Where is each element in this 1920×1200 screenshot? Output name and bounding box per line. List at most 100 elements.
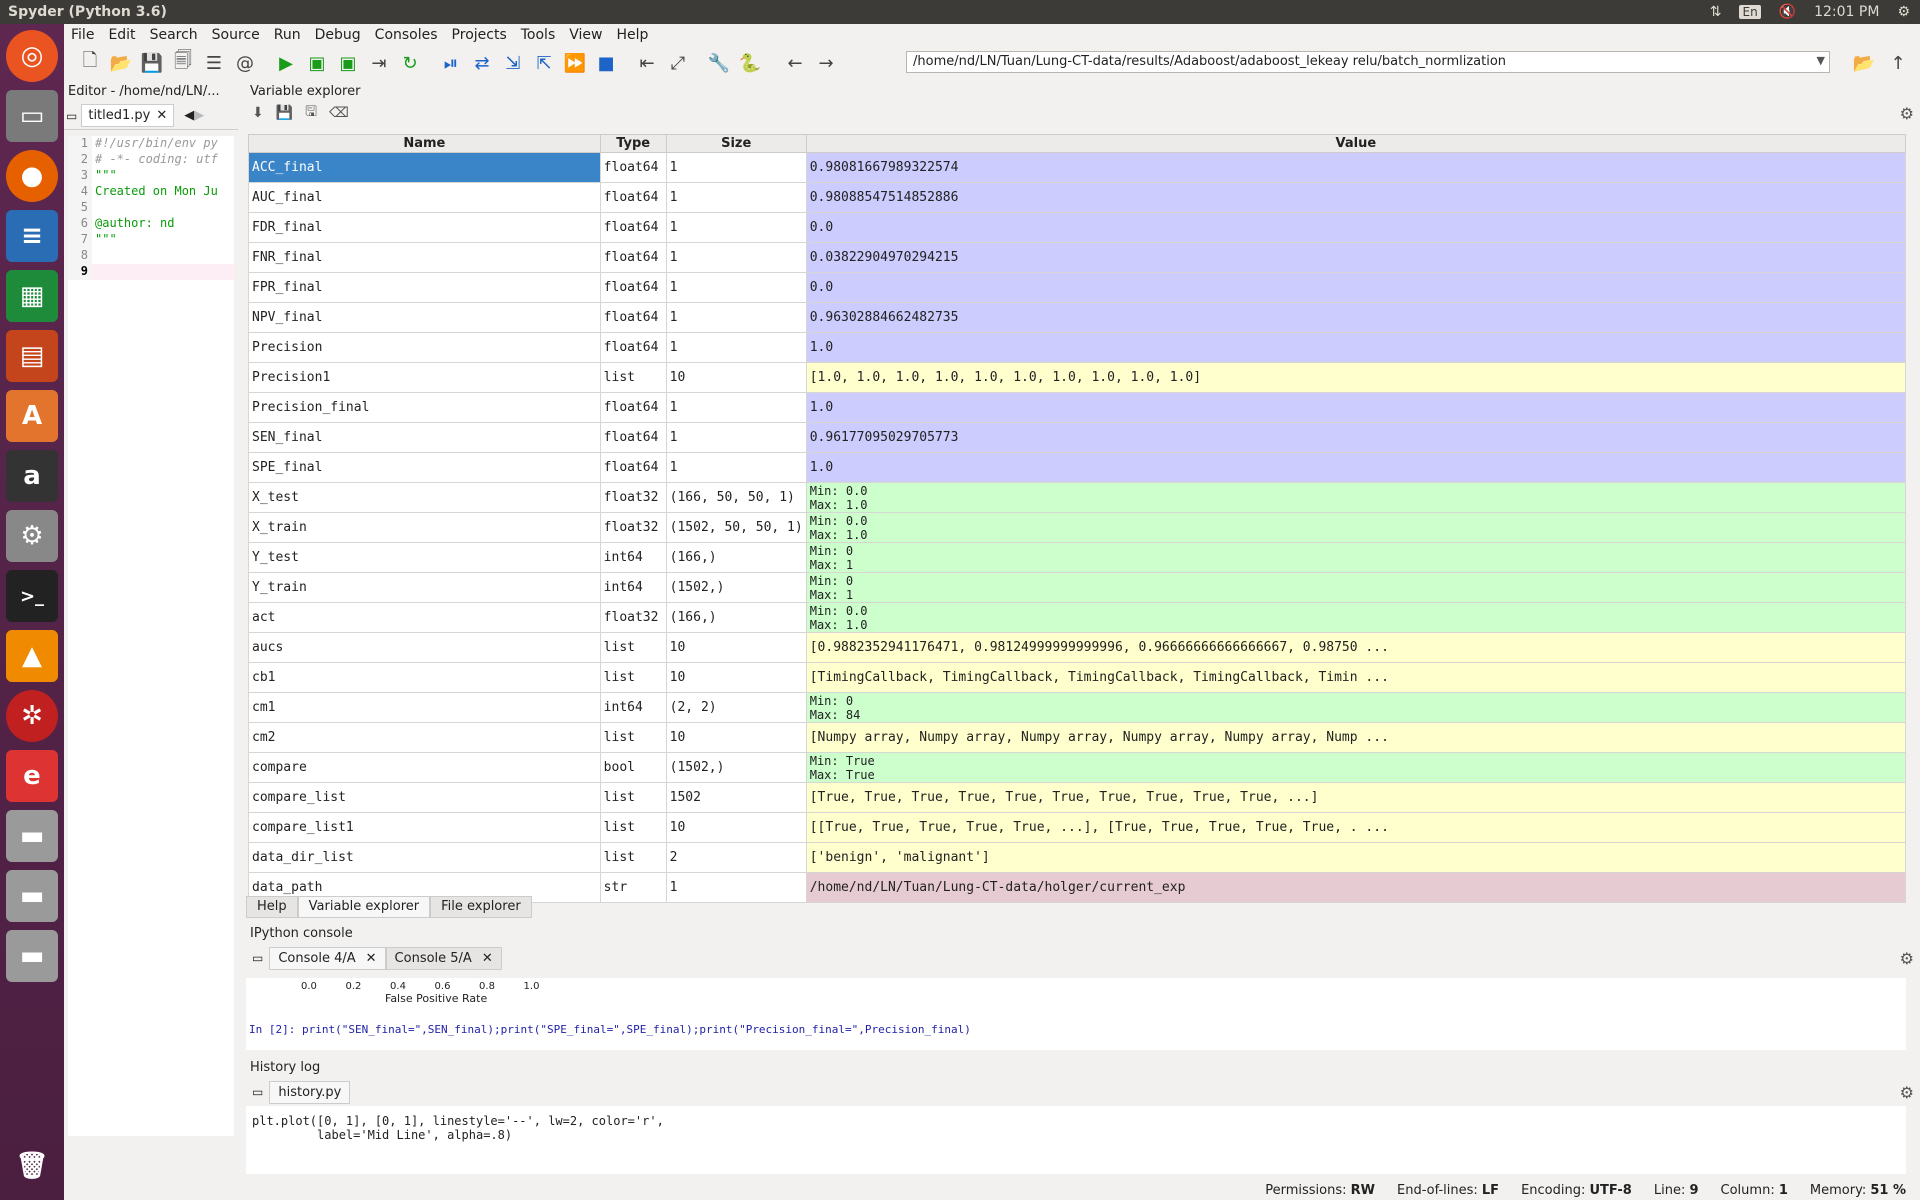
console-output[interactable]: 0.0 0.2 0.4 0.6 0.8 1.0 False Positive R… [246,978,1906,1050]
table-row[interactable]: NPV_final float64 1 0.96302884662482735 [248,302,1907,333]
table-row[interactable]: Precision_final float64 1 1.0 [248,392,1907,423]
vlc-icon[interactable]: ▲ [6,630,58,682]
cell-type[interactable]: float64 [599,302,667,333]
cell-type[interactable]: list [599,842,667,873]
history-content[interactable]: plt.plot([0, 1], [0, 1], linestyle='--',… [246,1106,1906,1174]
forward-arrow-icon[interactable]: → [814,51,838,75]
table-row[interactable]: SEN_final float64 1 0.96177095029705773 [248,422,1907,453]
close-icon[interactable]: ✕ [156,108,167,123]
cell-name[interactable]: cb1 [248,662,601,693]
cell-value[interactable]: Min: 0.0 Max: 1.0 [805,482,1907,513]
cell-type[interactable]: int64 [599,692,667,723]
stop-icon[interactable]: ■ [594,51,618,75]
table-row[interactable]: act float32 (166,) Min: 0.0 Max: 1.0 [248,602,1907,633]
cell-value[interactable]: 1.0 [805,392,1907,423]
cell-value[interactable]: Min: 0 Max: 1 [805,572,1907,603]
cell-type[interactable]: list [599,632,667,663]
keyboard-layout-indicator[interactable]: En [1739,5,1761,19]
maximize-pane-icon[interactable]: ⇤ [635,51,659,75]
gear-icon[interactable]: ⚙ [1900,104,1914,123]
cell-value[interactable]: /home/nd/LN/Tuan/Lung-CT-data/holger/cur… [805,872,1907,903]
cell-size[interactable]: 1 [665,332,807,363]
python-path-icon[interactable]: 🐍 [738,51,762,75]
table-row[interactable]: Precision1 list 10 [1.0, 1.0, 1.0, 1.0, 1.0… [248,362,1907,393]
cell-size[interactable]: 10 [665,662,807,693]
cell-type[interactable]: float64 [599,452,667,483]
cell-size[interactable]: (166,) [665,542,807,573]
cell-value[interactable]: 0.98088547514852886 [805,182,1907,213]
tab-console-4[interactable]: Console 4/A ✕ [269,946,386,970]
tab-variable-explorer[interactable]: Variable explorer [297,896,431,918]
column-header-value[interactable]: Value [805,134,1907,153]
files-icon[interactable]: ▭ [6,90,58,142]
cell-name[interactable]: Precision [248,332,601,363]
cell-value[interactable]: [TimingCallback, TimingCallback, TimingC… [805,662,1907,693]
table-row[interactable]: compare bool (1502,) Min: True Max: True [248,752,1907,783]
cell-type[interactable]: float64 [599,392,667,423]
save-data-as-icon[interactable]: 🖫 [305,101,317,125]
software-center-icon[interactable]: A [6,390,58,442]
settings-icon[interactable]: ⚙ [1897,4,1910,20]
cell-name[interactable]: X_test [248,482,601,513]
cell-type[interactable]: list [599,722,667,753]
cell-value[interactable]: [Numpy array, Numpy array, Numpy array, … [805,722,1907,753]
cell-type[interactable]: float32 [599,512,667,543]
drive-icon[interactable]: ▬ [6,810,58,862]
save-all-icon[interactable]: 🗐 [171,50,195,75]
table-row[interactable]: AUC_final float64 1 0.98088547514852886 [248,182,1907,213]
table-row[interactable]: ACC_final float64 1 0.98081667989322574 [248,152,1907,183]
code-editor[interactable]: 1 #!/usr/bin/env py 2 # -*- coding: utf 3 "… [68,136,234,1136]
tab-titled1[interactable]: titled1.py ✕ [81,104,175,127]
cell-type[interactable]: list [599,662,667,693]
cell-type[interactable]: list [599,812,667,843]
cell-name[interactable]: AUC_final [248,182,601,213]
menu-projects[interactable]: Projects [445,27,514,43]
menu-consoles[interactable]: Consoles [368,27,445,43]
cell-value[interactable]: Min: 0 Max: 84 [805,692,1907,723]
cell-type[interactable]: bool [599,752,667,783]
gear-icon[interactable]: ⚙ [1900,949,1914,968]
table-row[interactable]: FPR_final float64 1 0.0 [248,272,1907,303]
cell-type[interactable]: float64 [599,212,667,243]
cell-name[interactable]: Precision1 [248,362,601,393]
cell-size[interactable]: 10 [665,362,807,393]
cell-name[interactable]: SPE_final [248,452,601,483]
drive-icon[interactable]: ▬ [6,870,58,922]
cell-size[interactable]: 2 [665,842,807,873]
writer-icon[interactable]: ≡ [6,210,58,262]
cell-type[interactable]: float64 [599,422,667,453]
cell-name[interactable]: act [248,602,601,633]
menu-edit[interactable]: Edit [101,27,142,43]
close-icon[interactable]: ✕ [366,951,377,966]
cell-type[interactable]: float32 [599,602,667,633]
calc-icon[interactable]: ▦ [6,270,58,322]
table-row[interactable]: X_test float32 (166, 50, 50, 1) Min: 0.0 Ma… [248,482,1907,513]
cell-type[interactable]: list [599,782,667,813]
table-row[interactable]: X_train float32 (1502, 50, 50, 1) Min: 0.0 … [248,512,1907,543]
cell-type[interactable]: list [599,362,667,393]
table-row[interactable]: aucs list 10 [0.9882352941176471, 0.9812499… [248,632,1907,663]
cell-value[interactable]: [True, True, True, True, True, True, Tru… [805,782,1907,813]
cell-type[interactable]: float32 [599,482,667,513]
cell-value[interactable]: [1.0, 1.0, 1.0, 1.0, 1.0, 1.0, 1.0, 1.0,… [805,362,1907,393]
working-directory-input[interactable]: /home/nd/LN/Tuan/Lung-CT-data/results/Ad… [906,51,1830,73]
run-cell-icon[interactable]: ▣ [305,51,329,75]
cell-name[interactable]: FNR_final [248,242,601,273]
trash-icon[interactable]: 🗑 [6,1140,58,1192]
remove-all-icon[interactable]: ⌫ [329,105,349,121]
menu-search[interactable]: Search [143,27,205,43]
cell-name[interactable]: aucs [248,632,601,663]
cell-size[interactable]: 1 [665,452,807,483]
cell-size[interactable]: 1 [665,182,807,213]
tab-console-5[interactable]: Console 5/A ✕ [385,946,502,970]
cell-name[interactable]: FPR_final [248,272,601,303]
drive-icon[interactable]: ▬ [6,930,58,982]
browse-tabs-icon[interactable]: ▭ [64,109,77,123]
cell-size[interactable]: 1502 [665,782,807,813]
cell-size[interactable]: 1 [665,242,807,273]
menu-view[interactable]: View [562,27,609,43]
cell-value[interactable]: [[True, True, True, True, True, ...], [T… [805,812,1907,843]
cell-name[interactable]: SEN_final [248,422,601,453]
run-icon[interactable]: ▶ [274,51,298,75]
cell-name[interactable]: FDR_final [248,212,601,243]
